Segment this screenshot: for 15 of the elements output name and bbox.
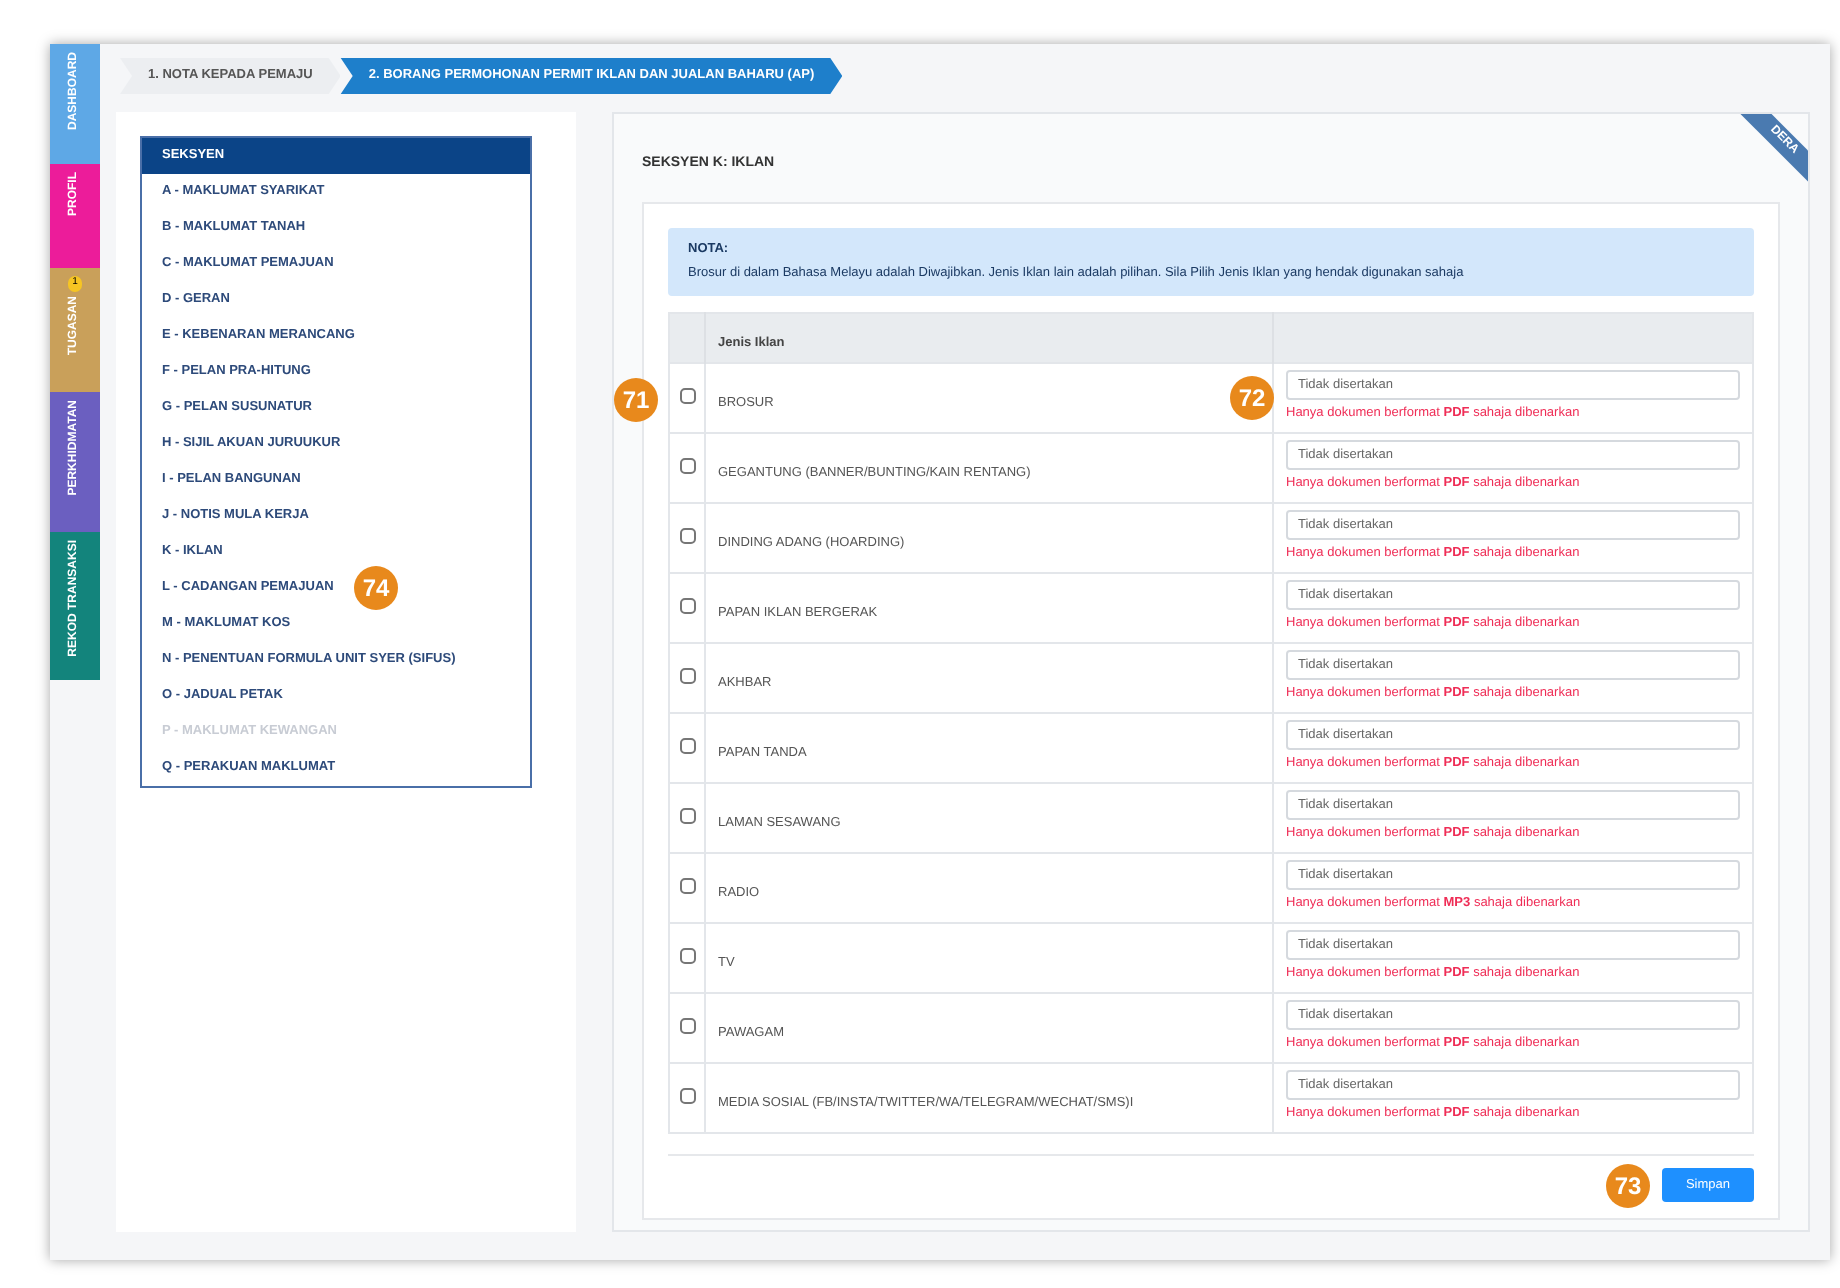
row-checkbox[interactable] bbox=[679, 668, 695, 685]
row-checkbox[interactable] bbox=[679, 1018, 695, 1035]
row-checkbox[interactable] bbox=[679, 878, 695, 895]
callout-marker: 72 bbox=[1230, 375, 1274, 419]
row-checkbox[interactable] bbox=[679, 528, 695, 545]
callout-marker: 73 bbox=[1606, 1163, 1650, 1207]
row-checkbox[interactable] bbox=[679, 948, 695, 965]
row-checkbox[interactable] bbox=[679, 808, 695, 825]
row-checkbox[interactable] bbox=[679, 458, 695, 475]
row-checkbox[interactable] bbox=[679, 598, 695, 615]
row-checkbox[interactable] bbox=[679, 1088, 695, 1105]
callout-marker: 74 bbox=[354, 566, 398, 610]
row-checkbox[interactable] bbox=[679, 738, 695, 755]
callout-marker: 71 bbox=[614, 377, 658, 421]
row-checkbox[interactable] bbox=[679, 388, 695, 405]
